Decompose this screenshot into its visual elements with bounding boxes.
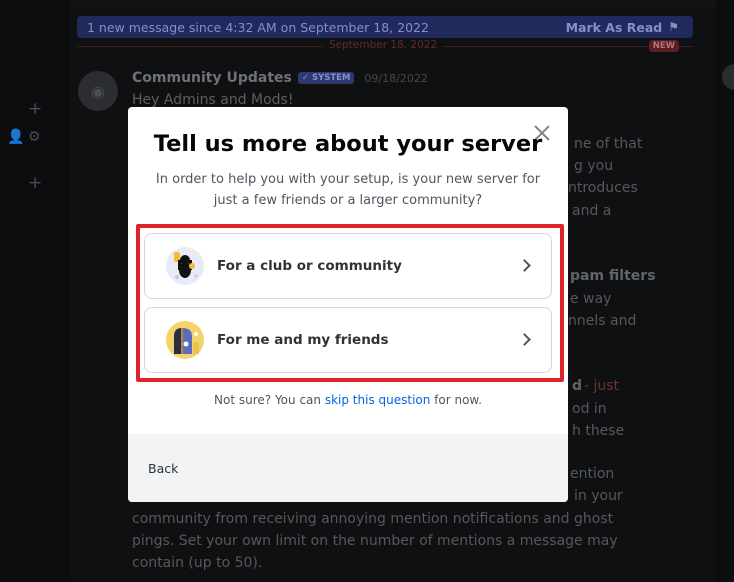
skip-question-link[interactable]: skip this question xyxy=(325,393,431,407)
message-fragment: od in xyxy=(572,401,607,417)
message-fragment: g you xyxy=(574,158,614,174)
option-label: For a club or community xyxy=(217,258,402,274)
option-label: For me and my friends xyxy=(217,332,389,348)
message-fragment: and a xyxy=(572,203,612,219)
friends-icon xyxy=(166,321,204,359)
modal-title: Tell us more about your server xyxy=(153,131,543,157)
discord-logo-icon: ◉ xyxy=(91,81,105,101)
message-paragraph: community from receiving annoying mentio… xyxy=(132,511,618,571)
add-member-icon[interactable]: 👤 xyxy=(7,130,24,144)
message-fragment: nnels and xyxy=(568,313,637,329)
message-fragment: e way xyxy=(570,291,612,307)
mark-as-read-button[interactable]: Mark As Read ⚑ xyxy=(566,20,679,35)
new-messages-banner[interactable]: 1 new message since 4:32 AM on September… xyxy=(77,16,693,38)
message-fragment: d xyxy=(572,378,583,394)
not-sure-prefix: Not sure? You can xyxy=(214,393,325,407)
server-rail: + 👤 ⚙ + xyxy=(0,0,70,582)
message-author[interactable]: Community Updates xyxy=(132,70,292,86)
message-fragment: ention xyxy=(570,466,615,482)
new-messages-text: 1 new message since 4:32 AM on September… xyxy=(87,19,429,35)
message-fragment: ntroduces xyxy=(568,180,638,196)
top-bar xyxy=(70,0,716,8)
avatar[interactable]: ◉ xyxy=(78,71,118,111)
member-rail xyxy=(716,0,734,582)
not-sure-suffix: for now. xyxy=(430,393,482,407)
message-fragment: h these xyxy=(572,423,625,439)
message-fragment: ne of that xyxy=(574,136,643,152)
mark-as-read-label: Mark As Read xyxy=(565,19,663,35)
add-icon-2[interactable]: + xyxy=(28,175,42,192)
new-tag: NEW xyxy=(648,40,679,52)
back-button[interactable]: Back xyxy=(148,461,178,476)
me-and-friends-option[interactable]: For me and my friends xyxy=(144,307,552,373)
system-tag: ✓ SYSTEM xyxy=(297,72,355,84)
modal-footer: Back xyxy=(128,434,568,502)
not-sure-text: Not sure? You can skip this question for… xyxy=(128,393,568,407)
chevron-right-icon xyxy=(518,259,531,272)
club-community-option[interactable]: For a club or community xyxy=(144,233,552,299)
modal-subtitle: In order to help you with your setup, is… xyxy=(155,172,541,208)
divider-date: September 18, 2022 xyxy=(323,39,444,51)
gear-icon[interactable]: ⚙ xyxy=(28,130,41,144)
member-avatar xyxy=(722,64,734,90)
mark-read-icon: ⚑ xyxy=(668,20,679,34)
server-setup-modal: Tell us more about your server In order … xyxy=(128,107,568,502)
message-timestamp: 09/18/2022 xyxy=(364,71,428,85)
message-fragment: - just xyxy=(584,378,620,394)
message-fragment: pam filters xyxy=(570,268,656,284)
add-icon[interactable]: + xyxy=(28,101,42,118)
message-greeting: Hey Admins and Mods! xyxy=(132,92,294,108)
date-divider: September 18, 2022 NEW xyxy=(77,39,693,52)
chevron-right-icon xyxy=(518,333,531,346)
message-header: Community Updates ✓ SYSTEM 09/18/2022 xyxy=(132,70,428,86)
message-fragment: in your xyxy=(574,488,623,504)
club-icon xyxy=(166,247,204,285)
